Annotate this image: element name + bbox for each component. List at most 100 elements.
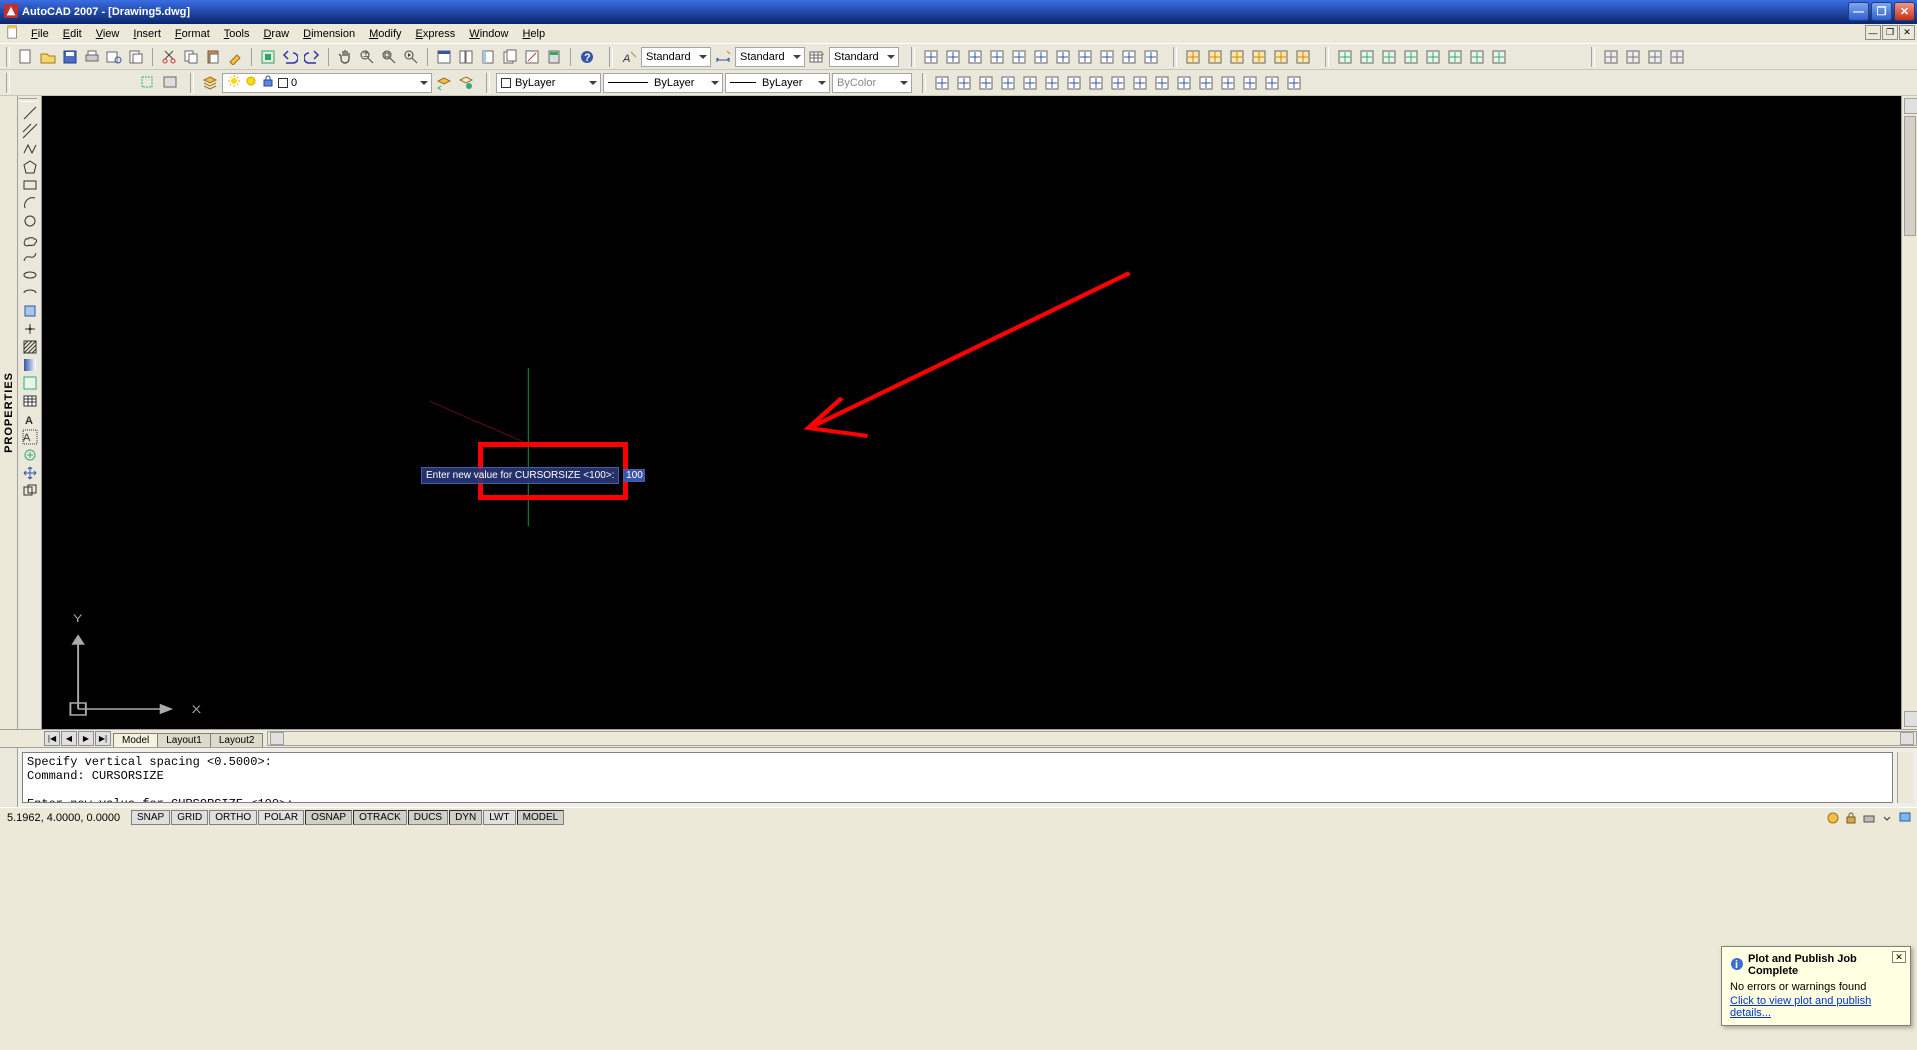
dimstyle-button[interactable]	[713, 47, 733, 67]
matchprop-button[interactable]	[225, 47, 245, 67]
table-tool-button[interactable]	[20, 392, 40, 410]
workspace-lock-button[interactable]	[1645, 47, 1665, 67]
plotstyle-dropdown[interactable]: ByColor	[832, 73, 912, 93]
layer-previous-button[interactable]	[434, 73, 454, 93]
explode-button[interactable]	[1284, 73, 1304, 93]
text-front-button[interactable]	[1293, 47, 1313, 67]
dim-ordinate-button[interactable]	[987, 47, 1007, 67]
revcloud-tool-button[interactable]	[20, 230, 40, 248]
plot-preview-button[interactable]	[104, 47, 124, 67]
layout-tab-layout2[interactable]: Layout2	[210, 733, 264, 747]
help-button[interactable]: ?	[577, 47, 597, 67]
dim-aligned-button[interactable]	[943, 47, 963, 67]
status-toggle-dyn[interactable]: DYN	[449, 810, 482, 825]
status-toggle-ducs[interactable]: DUCS	[408, 810, 448, 825]
close-button[interactable]: ✕	[1894, 2, 1915, 21]
textstyle-button[interactable]: A	[619, 47, 639, 67]
toolbar-grip-icon[interactable]	[922, 73, 926, 93]
pline-tool-button[interactable]	[20, 140, 40, 158]
region-massprops-button[interactable]	[1379, 47, 1399, 67]
toolbar-grip-icon[interactable]	[6, 73, 10, 93]
add-tool-button[interactable]	[20, 446, 40, 464]
move-button[interactable]	[1042, 73, 1062, 93]
toolbar-grip-icon[interactable]	[1173, 47, 1177, 67]
dim-linear-button[interactable]	[921, 47, 941, 67]
toolbar-grip-icon[interactable]	[1325, 47, 1329, 67]
extend-button[interactable]	[1152, 73, 1172, 93]
status-toggle-model[interactable]: MODEL	[517, 810, 565, 825]
area-button[interactable]	[1357, 47, 1377, 67]
paste-button[interactable]	[203, 47, 223, 67]
dim-continue-button[interactable]	[1141, 47, 1161, 67]
cui-button[interactable]	[160, 73, 180, 93]
linetype-dropdown[interactable]: ByLayer	[603, 73, 723, 93]
text-tool-button[interactable]: A	[20, 410, 40, 428]
command-history[interactable]: Specify vertical spacing <0.5000>: Comma…	[22, 752, 1893, 803]
toolbar-grip-icon[interactable]	[6, 47, 10, 67]
balloon-close-button[interactable]: ✕	[1892, 951, 1906, 963]
command-scrollbar[interactable]	[1897, 752, 1913, 803]
id-point-button[interactable]	[1423, 47, 1443, 67]
dim-quick-button[interactable]	[1097, 47, 1117, 67]
rotate-button[interactable]	[1064, 73, 1084, 93]
lock-ui-icon[interactable]	[1843, 810, 1859, 826]
bring-above-button[interactable]	[1227, 47, 1247, 67]
my-workspace-button[interactable]	[1623, 47, 1643, 67]
lineweight-dropdown[interactable]: ByLayer	[725, 73, 830, 93]
quickcalc-button[interactable]	[544, 47, 564, 67]
point-tool-button[interactable]	[20, 320, 40, 338]
chamfer-button[interactable]	[1240, 73, 1260, 93]
menu-modify[interactable]: Modify	[362, 27, 408, 41]
workspace-save-button[interactable]	[1667, 47, 1687, 67]
send-back-button[interactable]	[1205, 47, 1225, 67]
design-center-button[interactable]	[456, 47, 476, 67]
block-editor-button[interactable]	[258, 47, 278, 67]
menu-draw[interactable]: Draw	[256, 27, 296, 41]
workspace-settings-button[interactable]	[1601, 47, 1621, 67]
tablestyle-button[interactable]	[807, 47, 827, 67]
publish-button[interactable]	[126, 47, 146, 67]
dim-baseline-button[interactable]	[1119, 47, 1139, 67]
scrollbar-thumb[interactable]	[1904, 116, 1916, 236]
hatch-tool-button[interactable]	[20, 338, 40, 356]
plot-button[interactable]	[82, 47, 102, 67]
ellipse-tool-button[interactable]	[20, 266, 40, 284]
gradient-tool-button[interactable]	[20, 356, 40, 374]
dim-radius-button[interactable]	[1009, 47, 1029, 67]
status-toggle-polar[interactable]: POLAR	[258, 810, 304, 825]
tool-palettes-button[interactable]	[478, 47, 498, 67]
layer-dropdown[interactable]: 0	[222, 73, 432, 93]
tab-nav-next[interactable]: ▶	[78, 731, 94, 746]
send-below-button[interactable]	[1249, 47, 1269, 67]
offset-tool-button[interactable]	[20, 482, 40, 500]
setvar-button[interactable]	[1489, 47, 1509, 67]
dimstyle-dropdown[interactable]: Standard	[735, 47, 805, 67]
line-tool-button[interactable]	[20, 104, 40, 122]
dim-angular-button[interactable]	[1075, 47, 1095, 67]
stretch-button[interactable]	[1108, 73, 1128, 93]
toolbar-grip-icon[interactable]	[190, 73, 194, 93]
layer-manager-button[interactable]	[200, 73, 220, 93]
toolbar-grip-icon[interactable]	[609, 47, 613, 67]
zoom-previous-button[interactable]	[401, 47, 421, 67]
doc-minimize-button[interactable]: —	[1865, 25, 1881, 40]
dyn-prompt-input[interactable]	[623, 469, 645, 482]
menu-insert[interactable]: Insert	[126, 27, 168, 41]
dim-arc-button[interactable]	[965, 47, 985, 67]
zoom-window-button[interactable]	[379, 47, 399, 67]
copy-button[interactable]	[181, 47, 201, 67]
maximize-button[interactable]: ❐	[1871, 2, 1892, 21]
menu-help[interactable]: Help	[515, 27, 552, 41]
menu-window[interactable]: Window	[462, 27, 515, 41]
trim-button[interactable]	[1130, 73, 1150, 93]
minimize-button[interactable]: —	[1848, 2, 1869, 21]
status-button[interactable]	[1467, 47, 1487, 67]
command-grip[interactable]	[0, 748, 18, 807]
time-button[interactable]	[1445, 47, 1465, 67]
zoom-realtime-button[interactable]: ±	[357, 47, 377, 67]
join-button[interactable]	[1218, 73, 1238, 93]
doc-restore-button[interactable]: ❐	[1882, 25, 1898, 40]
tab-nav-last[interactable]: ▶|	[95, 731, 111, 746]
open-button[interactable]	[38, 47, 58, 67]
list-button[interactable]	[1401, 47, 1421, 67]
